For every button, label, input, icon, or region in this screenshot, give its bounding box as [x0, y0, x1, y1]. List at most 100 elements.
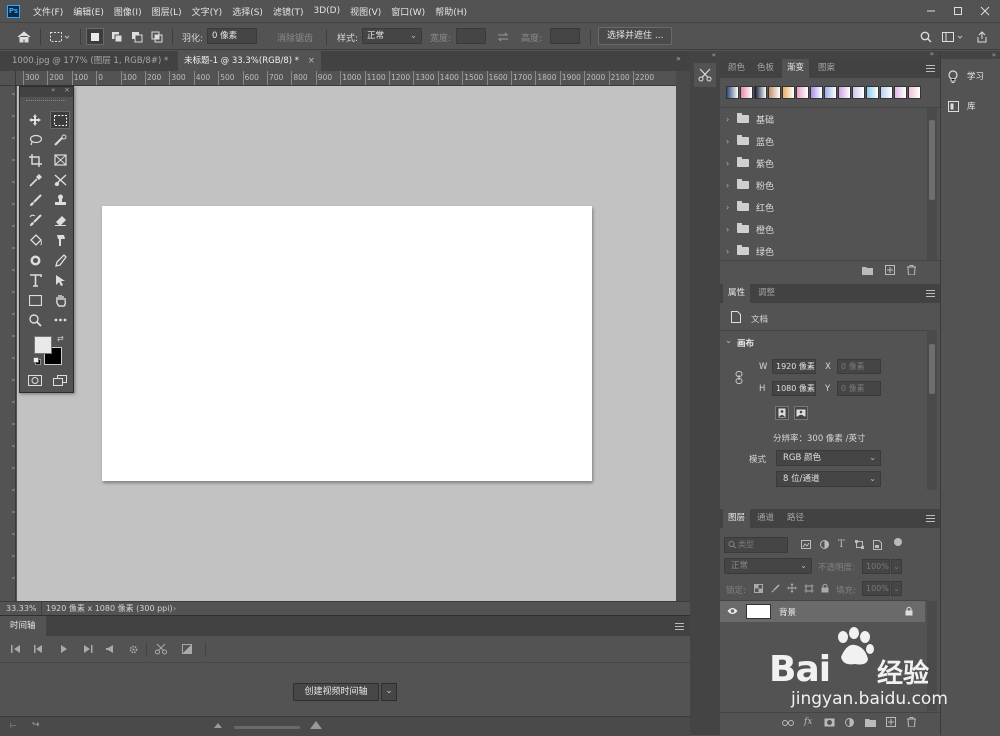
tab-adjustments[interactable]: 调整: [753, 284, 780, 303]
menu-help[interactable]: 帮助(H): [430, 5, 472, 18]
first-frame-icon[interactable]: [10, 643, 22, 655]
collapse-arrows-icon[interactable]: »: [941, 51, 1000, 59]
portrait-orientation-icon[interactable]: [775, 406, 789, 420]
rectangular-marquee-tool-icon[interactable]: [50, 111, 70, 129]
clone-stamp-tool-icon[interactable]: [50, 191, 70, 209]
settings-gear-icon[interactable]: [127, 643, 139, 655]
zoom-in-mountain-icon[interactable]: [310, 720, 322, 729]
collapse-arrows-icon[interactable]: »: [676, 54, 681, 63]
workspace-icon[interactable]: [940, 28, 966, 45]
new-layer-icon[interactable]: [886, 717, 896, 727]
menu-filter[interactable]: 滤镜(T): [268, 5, 309, 18]
tab-color[interactable]: 颜色: [723, 59, 750, 78]
tab-paths[interactable]: 路径: [782, 509, 809, 528]
foreground-color-swatch[interactable]: [34, 336, 52, 354]
minimize-icon[interactable]: [917, 0, 945, 22]
gradient-folder-orange[interactable]: › 橙色: [726, 218, 916, 240]
home-icon[interactable]: [14, 28, 34, 45]
add-mask-icon[interactable]: [824, 718, 835, 727]
pen-tool-icon[interactable]: [50, 251, 70, 269]
collapse-icon[interactable]: «: [51, 86, 55, 94]
menu-file[interactable]: 文件(F): [28, 5, 68, 18]
libraries-panel-button[interactable]: 库: [945, 95, 997, 117]
lock-transparent-pixels-icon[interactable]: [754, 584, 763, 593]
gradient-swatch[interactable]: [810, 86, 823, 99]
bit-depth-select[interactable]: 8 位/通道 ⌄: [776, 471, 881, 487]
gradient-swatch[interactable]: [824, 86, 837, 99]
gradient-folder-red[interactable]: › 红色: [726, 196, 916, 218]
new-gradient-icon[interactable]: [885, 265, 895, 275]
visibility-eye-icon[interactable]: [727, 607, 738, 615]
tab-swatches[interactable]: 色板: [752, 59, 779, 78]
filter-type-icon[interactable]: T: [838, 539, 845, 550]
learn-panel-button[interactable]: 学习: [945, 65, 997, 87]
layer-name[interactable]: 背景: [779, 606, 796, 618]
link-chain-icon[interactable]: [735, 371, 743, 384]
properties-scrollbar[interactable]: [927, 330, 937, 490]
menu-view[interactable]: 视图(V): [345, 5, 386, 18]
gradient-swatch[interactable]: [866, 86, 879, 99]
layer-filter-kind-select[interactable]: 类型: [724, 537, 788, 553]
delete-trash-icon[interactable]: [907, 717, 916, 727]
filter-smart-object-icon[interactable]: [873, 540, 882, 550]
gradient-swatch[interactable]: [838, 86, 851, 99]
menu-edit[interactable]: 编辑(E): [68, 5, 109, 18]
close-icon[interactable]: ×: [64, 86, 70, 94]
lock-all-icon[interactable]: [821, 583, 829, 593]
previous-frame-icon[interactable]: [33, 643, 45, 655]
panel-menu-icon[interactable]: [926, 515, 935, 522]
delete-trash-icon[interactable]: [907, 265, 916, 275]
play-icon[interactable]: [58, 643, 70, 655]
adjustment-layer-icon[interactable]: [845, 718, 854, 727]
search-icon[interactable]: [918, 28, 934, 45]
gradient-swatch[interactable]: [740, 86, 753, 99]
panel-menu-icon[interactable]: [675, 623, 684, 630]
intersect-selection-icon[interactable]: [148, 28, 166, 45]
path-selection-tool-icon[interactable]: [50, 271, 70, 289]
gradient-folder-green[interactable]: › 绿色: [726, 240, 916, 262]
fill-input[interactable]: 100%: [862, 581, 890, 596]
width-input[interactable]: [456, 28, 486, 44]
quick-mask-icon[interactable]: [25, 371, 45, 389]
audio-icon[interactable]: [104, 643, 116, 655]
tool-presets-icon[interactable]: [694, 63, 716, 87]
menu-3d[interactable]: 3D(D): [308, 6, 345, 16]
gradient-folder-pink[interactable]: › 粉色: [726, 174, 916, 196]
select-and-mask-button[interactable]: 选择并遮住 ...: [598, 27, 673, 45]
tools-panel-header[interactable]: « ×: [20, 86, 73, 97]
hand-tool-icon[interactable]: [50, 291, 70, 309]
new-group-folder-icon[interactable]: [865, 718, 876, 727]
add-selection-icon[interactable]: [108, 28, 126, 45]
zoom-level[interactable]: 33.33%: [6, 602, 37, 616]
smudge-tool-icon[interactable]: [50, 231, 70, 249]
canvas-x-input[interactable]: 0 像素: [837, 359, 881, 374]
tab-channels[interactable]: 通道: [752, 509, 779, 528]
menu-type[interactable]: 文字(Y): [187, 5, 228, 18]
menu-image[interactable]: 图像(I): [109, 5, 147, 18]
gradient-swatch[interactable]: [754, 86, 767, 99]
move-tool-icon[interactable]: [25, 111, 45, 129]
eraser-tool-icon[interactable]: [50, 211, 70, 229]
tab-document-1[interactable]: 1000.jpg @ 177% (图层 1, RGB/8#) * ×: [6, 51, 191, 71]
grip-icon[interactable]: [26, 100, 66, 102]
vertical-ruler[interactable]: [0, 86, 16, 601]
canvas-y-input[interactable]: 0 像素: [837, 381, 881, 396]
gradient-swatch[interactable]: [796, 86, 809, 99]
gradient-swatch[interactable]: [768, 86, 781, 99]
chevron-right-icon[interactable]: ›: [173, 602, 176, 616]
lasso-tool-icon[interactable]: [25, 131, 45, 149]
new-selection-icon[interactable]: [86, 28, 104, 45]
swap-colors-icon[interactable]: ⇄: [57, 334, 64, 343]
convert-arrow-icon[interactable]: ↪: [32, 720, 40, 730]
content-aware-move-tool-icon[interactable]: [50, 171, 70, 189]
color-mode-select[interactable]: RGB 颜色 ⌄: [776, 450, 881, 466]
landscape-orientation-icon[interactable]: [794, 406, 808, 420]
menu-select[interactable]: 选择(S): [227, 5, 268, 18]
swap-dimensions-icon[interactable]: [495, 28, 511, 45]
tab-patterns[interactable]: 图案: [813, 59, 840, 78]
tab-gradients[interactable]: 渐变: [782, 59, 810, 78]
chevron-down-icon[interactable]: ⌄: [891, 581, 902, 596]
gradient-folder-basic[interactable]: › 基础: [726, 108, 916, 130]
blend-mode-select[interactable]: 正常 ⌄: [724, 558, 812, 574]
collapse-arrows-icon[interactable]: »: [930, 50, 934, 58]
